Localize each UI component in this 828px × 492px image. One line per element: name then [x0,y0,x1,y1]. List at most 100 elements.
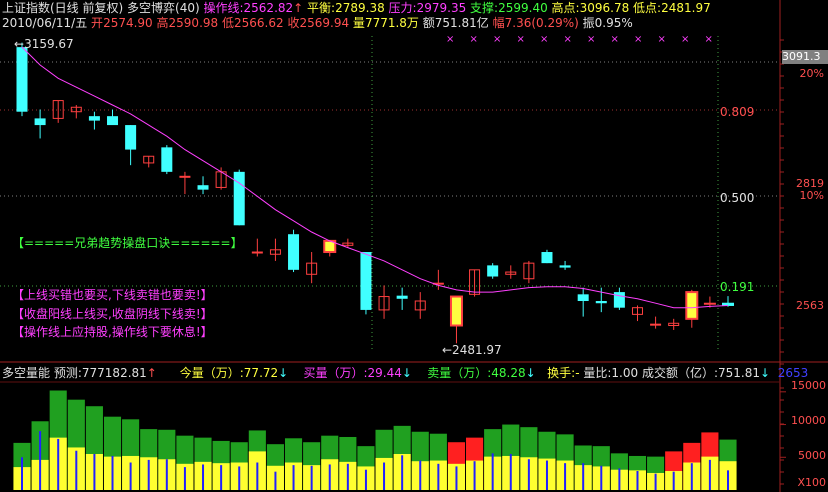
vol-line-bar [672,471,675,490]
candle-body [541,252,553,264]
signal-marker: × [681,34,689,45]
candle [631,305,643,322]
candle-body [197,185,209,190]
signal-marker: × [705,34,713,45]
vol-line-bar [473,461,476,490]
candle [107,109,119,126]
signal-marker: × [564,34,572,45]
candle-body [703,302,716,305]
vol-line-bar [636,471,639,490]
signal-marker: × [611,34,619,45]
candle [650,316,662,329]
volume-header: 多空量能 预测:777182.81↑ 今量（万）:77.72↓ 买量（万）:29… [2,365,808,381]
sell-arrow-icon: ↓ [525,366,536,380]
candle-body [449,295,463,327]
candle [197,176,209,195]
candle [523,260,535,284]
candle-body [396,295,408,299]
vol-line-bar [147,459,150,490]
buy-vol-label: 买量（万）: [303,366,368,380]
vol-line-bar [220,465,223,490]
candle [306,252,318,284]
candle [288,229,300,273]
vol-line-bar [364,469,367,490]
vol-line-bar [292,465,295,490]
candle [70,105,82,119]
axis-2563: 2563 [796,299,824,312]
forecast-arrow-icon: ↑ [146,366,157,380]
vol-line-bar [75,450,78,490]
sell-vol-value: 48.28 [491,366,526,380]
extra-value: 2653 [777,366,809,380]
vol-line-bar [455,466,458,490]
candle [125,125,137,166]
vol-ratio-value: 1.00 [611,366,639,380]
turnover-label: 换手: [547,366,576,380]
signal-marker: × [493,34,501,45]
rule-2: 【收盘阳线上线买,收盘阴线下线卖!】 [12,307,213,321]
cur-arrow-icon: ↓ [278,366,289,380]
candle [378,285,390,319]
axis-unit: X100 [797,476,826,489]
candle-body [360,252,372,310]
signal-marker: × [470,34,478,45]
candle [16,42,28,117]
vol-line-bar [618,468,621,490]
candle [233,169,245,226]
vol-line-bar [600,465,603,490]
candle [179,171,191,195]
fib-809: 0.809 [720,105,755,119]
axis-pct-20: 20% [799,67,824,80]
vol-line-bar [509,454,512,490]
turnover-amount-label: 成交额（亿）: [641,366,718,380]
ma-line [21,46,729,309]
candle [215,167,227,190]
vol-line-bar [274,471,277,490]
candle [541,249,553,264]
vol-line-bar [527,459,530,490]
candle [505,265,517,279]
candle [88,111,100,130]
candle-body [16,47,28,112]
vol-line-bar [93,454,96,490]
signal-marker: × [634,34,642,45]
axis-v-10000: 10000 [791,414,826,427]
vol-line-bar [654,473,657,490]
candle-body [107,116,119,126]
candle [449,295,463,344]
candle-body [179,175,191,178]
max-arrow-icon: ← [14,37,25,51]
candle [432,269,444,290]
axis-pct-10: 10% [799,189,824,202]
vol-line-bar [491,453,494,490]
candle [269,238,281,261]
vol-line-bar [328,464,331,490]
vol-line-bar [183,467,186,490]
vol-line-bar [57,438,60,490]
fib-500: 0.500 [720,191,755,205]
vol-line-bar [708,459,711,490]
motto-title: 【=====兄弟趋势操盘口诀======】 [12,236,243,250]
candle-body [88,116,100,121]
vol-ratio-label: 量比: [583,366,612,380]
signal-marker: × [587,34,595,45]
candle-body [233,171,245,226]
vol-line-bar [111,455,114,490]
signal-marker: × [658,34,666,45]
cur-vol-value: 77.72 [243,366,279,380]
candle [52,100,64,123]
candle [143,155,155,168]
candle [613,287,625,310]
signal-marker: × [540,34,548,45]
vol-line-bar [21,457,23,490]
candle [251,238,263,257]
rule-1: 【上线买错也要买,下线卖错也要卖!】 [12,288,213,302]
vol-line-bar [129,462,132,490]
max-price-label: ←3159.67 [14,37,74,51]
buy-vol-value: 29.44 [367,366,402,380]
candle [360,252,372,315]
candle [34,109,46,139]
vol-line-bar [202,464,205,490]
candle [414,292,426,319]
vol-line-bar [437,463,440,490]
